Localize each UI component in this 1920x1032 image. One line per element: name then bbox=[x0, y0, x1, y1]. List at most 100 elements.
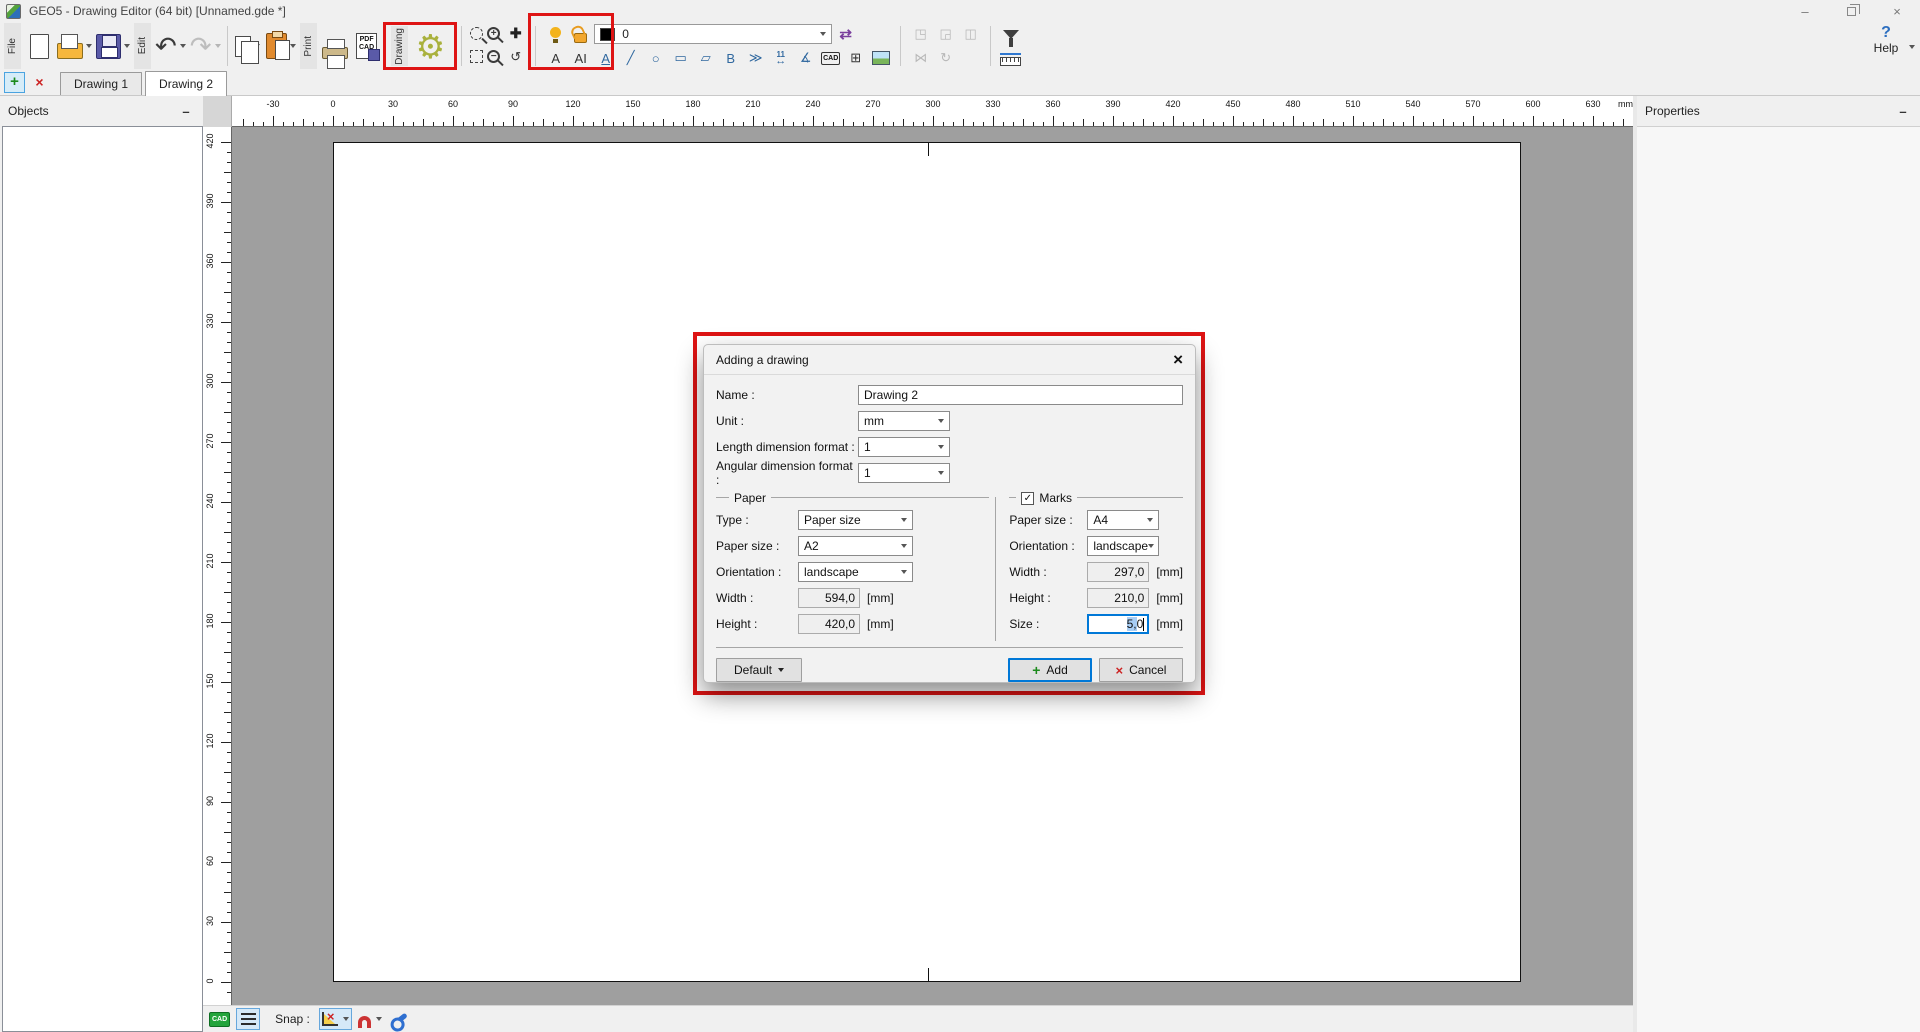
minimize-button[interactable]: – bbox=[1782, 0, 1828, 22]
add-button[interactable]: +Add bbox=[1008, 658, 1092, 682]
marks-orientation-select[interactable]: landscape bbox=[1087, 536, 1159, 556]
text-style-tool-icon[interactable]: A bbox=[594, 48, 617, 68]
v-ruler-tick bbox=[227, 162, 231, 163]
v-ruler-tick bbox=[227, 942, 231, 943]
rectangle-tool-icon[interactable]: ▭ bbox=[669, 48, 692, 68]
edit-menu[interactable]: Edit bbox=[134, 23, 151, 69]
dimension-tool-icon[interactable]: 11↔ bbox=[769, 48, 792, 68]
line-style-button[interactable] bbox=[236, 1008, 260, 1030]
angular-format-select[interactable]: 1 bbox=[858, 463, 950, 483]
marks-paper-size-select[interactable]: A4 bbox=[1087, 510, 1159, 530]
h-ruler-tick bbox=[1143, 119, 1144, 126]
objects-collapse-button[interactable]: – bbox=[179, 104, 193, 119]
measure-icon[interactable] bbox=[1000, 57, 1021, 66]
open-dropdown-arrow[interactable] bbox=[86, 44, 92, 48]
move-to-layer-icon[interactable]: ⇄ bbox=[834, 24, 857, 44]
circle-tool-icon[interactable]: ○ bbox=[644, 48, 667, 68]
print-menu[interactable]: Print bbox=[300, 23, 317, 69]
h-ruler-tick bbox=[1243, 122, 1244, 126]
close-button[interactable]: × bbox=[1874, 0, 1920, 22]
marks-size-input[interactable]: 5,0 bbox=[1087, 614, 1149, 634]
v-ruler-tick bbox=[227, 822, 231, 823]
open-file-button[interactable] bbox=[55, 22, 94, 70]
marks-checkbox[interactable]: ✓ bbox=[1021, 492, 1034, 505]
v-ruler-tick bbox=[224, 472, 231, 473]
undo-button[interactable]: ↶ bbox=[153, 22, 188, 70]
cad-import-icon[interactable]: CAD bbox=[819, 48, 842, 68]
filter-icon[interactable] bbox=[1003, 30, 1019, 39]
name-input[interactable] bbox=[858, 385, 1183, 405]
zoom-in-icon[interactable]: + bbox=[487, 27, 500, 40]
dialog-close-icon[interactable]: × bbox=[1173, 351, 1183, 368]
zoom-window-icon[interactable] bbox=[470, 27, 483, 40]
properties-collapse-button[interactable]: – bbox=[1896, 104, 1910, 119]
add-drawing-tab-button[interactable]: + bbox=[4, 72, 25, 93]
snap-dropdown-arrow[interactable] bbox=[343, 1017, 349, 1021]
h-ruler-tick bbox=[1033, 122, 1034, 126]
export-pdf-cad-button[interactable]: PDFCAD bbox=[351, 22, 383, 70]
objects-tree[interactable] bbox=[2, 126, 203, 1032]
multiline-text-tool-icon[interactable]: AI bbox=[569, 48, 592, 68]
magnet-icon bbox=[358, 1016, 371, 1028]
copy-button[interactable] bbox=[232, 22, 264, 70]
unlock-icon[interactable] bbox=[574, 33, 587, 43]
paper-type-select[interactable]: Paper size bbox=[798, 510, 913, 530]
zoom-out-icon[interactable]: − bbox=[487, 50, 500, 63]
drawing-settings-gear-icon[interactable]: ⚙ bbox=[410, 25, 452, 67]
magnet-dropdown-arrow[interactable] bbox=[376, 1017, 382, 1021]
zoom-previous-icon[interactable]: ↺ bbox=[504, 47, 527, 67]
maximize-button[interactable] bbox=[1828, 0, 1874, 22]
visibility-bulb-icon[interactable] bbox=[550, 27, 561, 38]
table-tool-icon[interactable]: ⊞ bbox=[844, 48, 867, 68]
snap-settings-button[interactable] bbox=[388, 1008, 412, 1030]
layer-select[interactable]: 0 bbox=[594, 24, 832, 44]
h-ruler-tick bbox=[1383, 119, 1384, 126]
polygon-tool-icon[interactable]: ▱ bbox=[694, 48, 717, 68]
redo-button[interactable]: ↷ bbox=[188, 22, 223, 70]
paste-dropdown-arrow[interactable] bbox=[290, 44, 296, 48]
default-button[interactable]: Default bbox=[716, 658, 802, 682]
tab-drawing-1[interactable]: Drawing 1 bbox=[60, 72, 142, 95]
h-ruler-tick bbox=[843, 119, 844, 126]
h-ruler-tick bbox=[263, 122, 264, 126]
h-ruler-tick bbox=[923, 122, 924, 126]
length-format-select[interactable]: 1 bbox=[858, 437, 950, 457]
layer-dropdown-arrow[interactable] bbox=[820, 32, 826, 36]
h-ruler-tick bbox=[343, 122, 344, 126]
chevron-down-icon bbox=[778, 668, 784, 672]
line-tool-icon[interactable]: ╱ bbox=[619, 48, 642, 68]
paste-button[interactable] bbox=[264, 22, 298, 70]
save-button[interactable] bbox=[94, 22, 132, 70]
save-dropdown-arrow[interactable] bbox=[124, 44, 130, 48]
image-tool-icon[interactable] bbox=[869, 48, 892, 68]
angular-dimension-tool-icon[interactable]: ∡ bbox=[794, 48, 817, 68]
h-ruler-tick bbox=[673, 122, 674, 126]
help-button[interactable]: ? Help bbox=[1866, 25, 1906, 55]
file-menu[interactable]: File bbox=[4, 23, 21, 69]
bezier-tool-icon[interactable]: B bbox=[719, 48, 742, 68]
unit-select[interactable]: mm bbox=[858, 411, 950, 431]
paper-orientation-select[interactable]: landscape bbox=[798, 562, 913, 582]
tab-drawing-2[interactable]: Drawing 2 bbox=[145, 71, 227, 96]
text-tool-icon[interactable]: A bbox=[544, 48, 567, 68]
print-button[interactable] bbox=[319, 22, 351, 70]
magnet-snap-button[interactable] bbox=[355, 1008, 385, 1030]
help-dropdown-arrow[interactable] bbox=[1909, 45, 1915, 49]
cancel-button[interactable]: ×Cancel bbox=[1099, 658, 1183, 682]
snap-mode-button[interactable] bbox=[319, 1008, 352, 1030]
chevron-down-icon bbox=[901, 570, 907, 574]
h-ruler-tick bbox=[743, 122, 744, 126]
paste-icon bbox=[266, 33, 287, 59]
h-ruler-tick bbox=[783, 119, 784, 126]
zoom-extents-icon[interactable] bbox=[470, 50, 483, 63]
cad-mode-button[interactable]: CAD bbox=[206, 1008, 233, 1030]
remove-drawing-tab-button[interactable]: × bbox=[29, 72, 50, 93]
undo-dropdown-arrow[interactable] bbox=[180, 44, 186, 48]
paper-size-select[interactable]: A2 bbox=[798, 536, 913, 556]
pan-icon[interactable]: ✚ bbox=[510, 25, 522, 42]
hatch-tool-icon[interactable]: ≫ bbox=[744, 48, 767, 68]
new-file-button[interactable] bbox=[23, 22, 55, 70]
h-ruler-tick bbox=[1273, 122, 1274, 126]
marks-group-legend: Marks bbox=[1039, 491, 1072, 505]
drawing-menu[interactable]: Drawing bbox=[391, 26, 408, 66]
